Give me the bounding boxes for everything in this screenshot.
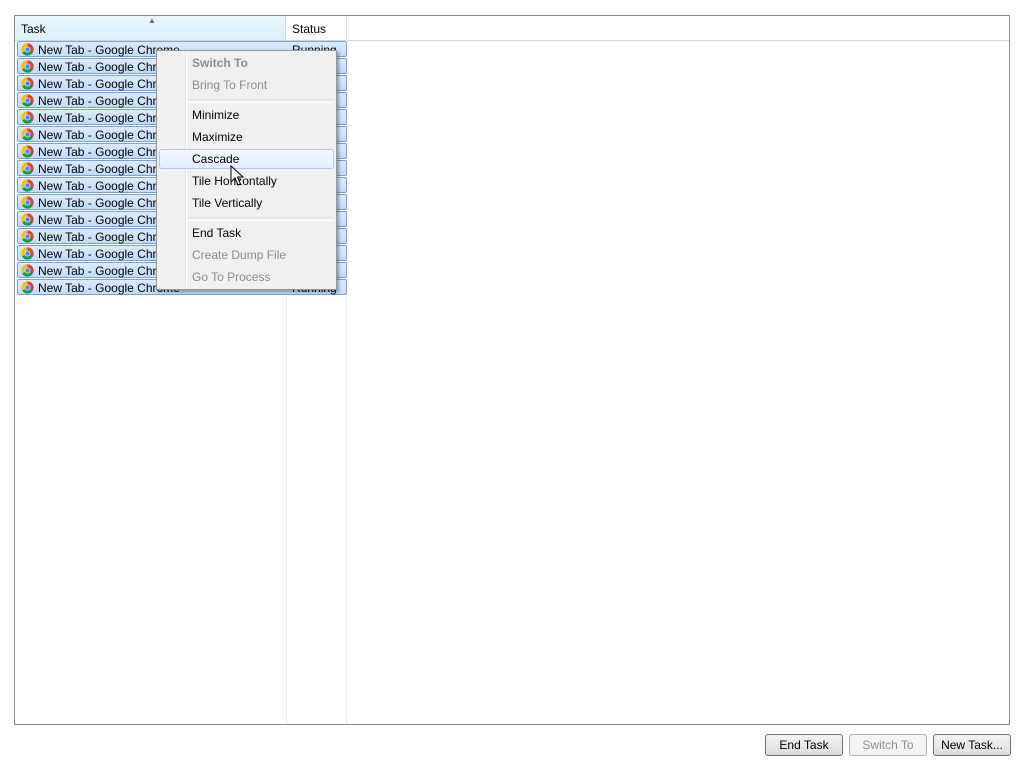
- menu-item-label: End Task: [192, 226, 242, 240]
- context-menu: Switch To Bring To Front Minimize Maximi…: [156, 50, 337, 290]
- menu-separator: [187, 99, 334, 103]
- menu-item-label: Cascade: [192, 152, 240, 166]
- chrome-icon: [21, 111, 34, 124]
- chrome-icon: [21, 77, 34, 90]
- chrome-icon: [21, 196, 34, 209]
- menu-item-label: Create Dump File: [192, 248, 287, 262]
- menu-item-maximize[interactable]: Maximize: [159, 127, 334, 147]
- chrome-icon: [21, 43, 34, 56]
- switch-to-button[interactable]: Switch To: [849, 734, 927, 756]
- menu-item-minimize[interactable]: Minimize: [159, 105, 334, 125]
- chrome-icon: [21, 281, 34, 294]
- end-task-button[interactable]: End Task: [765, 734, 843, 756]
- column-header-task-label: Task: [21, 22, 46, 36]
- chrome-icon: [21, 230, 34, 243]
- column-header-status-label: Status: [292, 22, 327, 36]
- menu-item-tile-horizontally[interactable]: Tile Horizontally: [159, 171, 334, 191]
- chrome-icon: [21, 60, 34, 73]
- menu-item-label: Maximize: [192, 130, 243, 144]
- menu-item-go-to-process[interactable]: Go To Process: [159, 267, 334, 287]
- menu-item-end-task[interactable]: End Task: [159, 223, 334, 243]
- mouse-cursor-icon: [230, 165, 244, 186]
- chrome-icon: [21, 162, 34, 175]
- new-task-button[interactable]: New Task...: [933, 734, 1011, 756]
- menu-item-label: Go To Process: [192, 270, 271, 284]
- chrome-icon: [21, 94, 34, 107]
- menu-item-label: Minimize: [192, 108, 240, 122]
- column-header-status[interactable]: Status: [286, 16, 347, 40]
- chrome-icon: [21, 179, 34, 192]
- menu-item-tile-vertically[interactable]: Tile Vertically: [159, 193, 334, 213]
- column-header-task[interactable]: ▲ Task: [15, 16, 286, 40]
- chrome-icon: [21, 145, 34, 158]
- chrome-icon: [21, 213, 34, 226]
- chrome-icon: [21, 247, 34, 260]
- menu-item-label: Bring To Front: [192, 78, 268, 92]
- menu-item-bring-to-front[interactable]: Bring To Front: [159, 75, 334, 95]
- menu-item-create-dump-file[interactable]: Create Dump File: [159, 245, 334, 265]
- column-header-row: ▲ Task Status: [15, 16, 1009, 41]
- menu-item-switch-to[interactable]: Switch To: [159, 53, 334, 73]
- chrome-icon: [21, 128, 34, 141]
- chrome-icon: [21, 264, 34, 277]
- menu-item-label: Switch To: [192, 56, 248, 70]
- menu-item-cascade[interactable]: Cascade: [159, 149, 334, 169]
- menu-item-label: Tile Vertically: [192, 196, 263, 210]
- menu-separator: [187, 217, 334, 221]
- sort-ascending-icon: ▲: [148, 16, 156, 25]
